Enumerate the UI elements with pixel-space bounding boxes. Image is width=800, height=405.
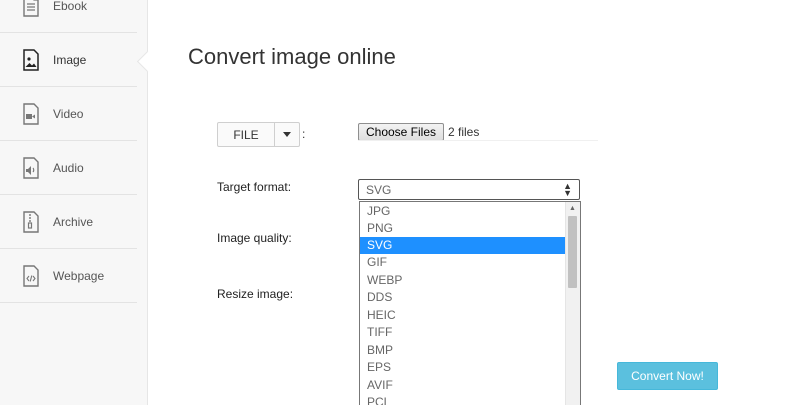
image-quality-label: Image quality: — [217, 231, 292, 245]
format-option[interactable]: DDS — [360, 289, 566, 306]
format-option[interactable]: GIF — [360, 254, 566, 271]
files-count: 2 files — [448, 125, 480, 139]
file-colon: : — [302, 127, 306, 141]
format-option[interactable]: JPG — [360, 203, 566, 220]
archive-icon — [22, 211, 40, 233]
convert-now-button[interactable]: Convert Now! — [617, 362, 718, 390]
format-option[interactable]: AVIF — [360, 377, 566, 394]
sidebar-item-label: Ebook — [53, 0, 88, 13]
dropdown-scrollbar[interactable]: ▲ — [565, 202, 580, 405]
file-button-label[interactable]: FILE — [218, 123, 275, 146]
sidebar-item-label: Audio — [53, 161, 84, 175]
scroll-up-icon[interactable]: ▲ — [569, 205, 576, 212]
sidebar-item-label: Webpage — [53, 269, 105, 283]
chevron-down-icon[interactable] — [275, 123, 299, 146]
format-option[interactable]: PNG — [360, 220, 566, 237]
sidebar-item-image[interactable]: Image — [0, 34, 137, 87]
file-input-divider — [358, 140, 598, 141]
choose-files-button[interactable]: Choose Files — [358, 123, 444, 141]
format-option[interactable]: PCL — [360, 394, 566, 405]
sidebar-item-video[interactable]: Video — [0, 88, 137, 141]
resize-image-label: Resize image: — [217, 287, 294, 301]
sidebar: Ebook Image Video Audio Archive Webpage — [0, 0, 148, 405]
format-option-selected[interactable]: SVG — [360, 237, 566, 254]
ebook-icon — [22, 0, 40, 17]
webpage-icon — [22, 265, 40, 287]
format-option[interactable]: EPS — [360, 359, 566, 376]
sidebar-item-ebook[interactable]: Ebook — [0, 0, 137, 33]
selected-format: SVG — [366, 183, 392, 197]
sidebar-item-audio[interactable]: Audio — [0, 142, 137, 195]
video-icon — [22, 103, 40, 125]
format-option[interactable]: HEIC — [360, 307, 566, 324]
sidebar-item-webpage[interactable]: Webpage — [0, 250, 137, 303]
target-format-label: Target format: — [217, 180, 292, 194]
file-source-button[interactable]: FILE — [217, 122, 300, 147]
format-option[interactable]: WEBP — [360, 272, 566, 289]
target-format-select[interactable]: SVG ▲ ▼ — [358, 179, 580, 200]
audio-icon — [22, 157, 40, 179]
sidebar-item-label: Image — [53, 53, 87, 67]
sidebar-item-label: Video — [53, 107, 84, 121]
sidebar-item-archive[interactable]: Archive — [0, 196, 137, 249]
page-title: Convert image online — [188, 44, 396, 69]
sidebar-item-label: Archive — [53, 215, 94, 229]
format-option[interactable]: BMP — [360, 342, 566, 359]
scrollbar-thumb[interactable] — [568, 216, 577, 288]
format-dropdown-list[interactable]: JPG PNG SVG GIF WEBP DDS HEIC TIFF BMP E… — [359, 201, 581, 405]
select-arrows-icon: ▲ ▼ — [563, 181, 572, 198]
format-option[interactable]: TIFF — [360, 324, 566, 341]
image-icon — [22, 49, 40, 71]
